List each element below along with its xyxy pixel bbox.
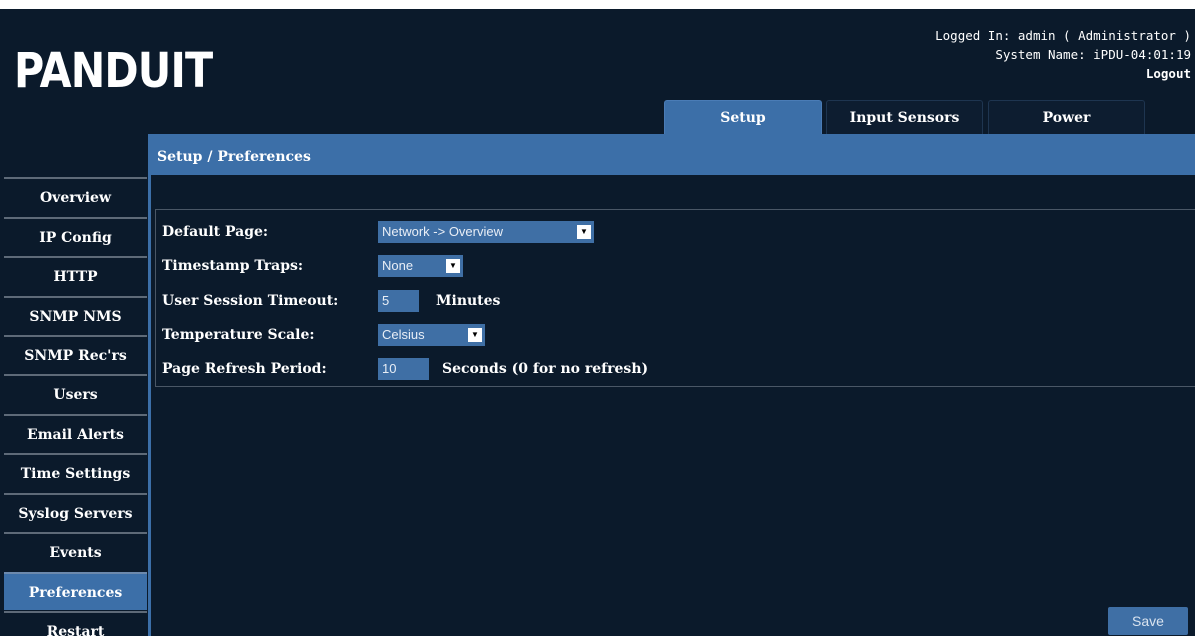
temperature-scale-value: Celsius — [382, 327, 425, 342]
sidebar-item-preferences[interactable]: Preferences — [4, 572, 147, 610]
timestamp-traps-row: Timestamp Traps: None ▼ — [156, 248, 1195, 284]
timestamp-traps-value: None — [382, 258, 414, 273]
save-button[interactable]: Save — [1108, 607, 1188, 635]
sidebar-item-time-settings[interactable]: Time Settings — [4, 453, 147, 491]
sidebar-item-restart[interactable]: Restart — [4, 611, 147, 636]
sidebar-item-events[interactable]: Events — [4, 532, 147, 570]
default-page-row: Default Page: Network -> Overview ▼ — [156, 214, 1195, 250]
refresh-period-row: Page Refresh Period: 10 Seconds (0 for n… — [156, 351, 1195, 387]
refresh-period-unit: Seconds (0 for no refresh) — [442, 361, 649, 377]
sidebar-item-snmp-recrs[interactable]: SNMP Rec'rs — [4, 335, 147, 373]
user-info: Logged In: admin ( Administrator ) Syste… — [935, 26, 1191, 83]
refresh-period-input[interactable]: 10 — [378, 358, 429, 380]
timestamp-traps-select[interactable]: None ▼ — [378, 255, 463, 277]
default-page-label: Default Page: — [162, 224, 269, 240]
logout-link[interactable]: Logout — [935, 64, 1191, 83]
sidebar-item-email-alerts[interactable]: Email Alerts — [4, 414, 147, 452]
sidebar-item-ip-config[interactable]: IP Config — [4, 217, 147, 255]
system-name-text: System Name: iPDU-04:01:19 — [995, 47, 1191, 62]
default-page-select[interactable]: Network -> Overview ▼ — [378, 221, 594, 243]
session-timeout-row: User Session Timeout: 5 Minutes — [156, 283, 1195, 319]
chevron-down-icon: ▼ — [446, 259, 460, 273]
session-timeout-unit: Minutes — [436, 293, 501, 309]
chevron-down-icon: ▼ — [577, 225, 591, 239]
tab-input-sensors[interactable]: Input Sensors — [826, 100, 983, 134]
sidebar-item-http[interactable]: HTTP — [4, 256, 147, 294]
logged-in-text: Logged In: admin ( Administrator ) — [935, 28, 1191, 43]
session-timeout-input[interactable]: 5 — [378, 290, 419, 312]
default-page-value: Network -> Overview — [382, 224, 503, 239]
session-timeout-label: User Session Timeout: — [162, 293, 339, 309]
tab-setup[interactable]: Setup — [664, 100, 822, 134]
temperature-scale-select[interactable]: Celsius ▼ — [378, 324, 485, 346]
main-panel: Setup / Preferences Default Page: Networ… — [148, 134, 1195, 636]
page-title: Setup / Preferences — [151, 135, 1195, 175]
sidebar-item-snmp-nms[interactable]: SNMP NMS — [4, 296, 147, 334]
chevron-down-icon: ▼ — [468, 328, 482, 342]
sidebar-item-users[interactable]: Users — [4, 374, 147, 412]
app-window: PANDUIT Logged In: admin ( Administrator… — [0, 9, 1195, 636]
sidebar-item-syslog-servers[interactable]: Syslog Servers — [4, 493, 147, 531]
preferences-form: Default Page: Network -> Overview ▼ Time… — [155, 209, 1195, 387]
tab-power[interactable]: Power — [988, 100, 1145, 134]
refresh-period-label: Page Refresh Period: — [162, 361, 327, 377]
sidebar-item-overview[interactable]: Overview — [4, 177, 147, 215]
temperature-scale-label: Temperature Scale: — [162, 327, 315, 343]
timestamp-traps-label: Timestamp Traps: — [162, 258, 304, 274]
panduit-logo: PANDUIT — [14, 43, 213, 99]
temperature-scale-row: Temperature Scale: Celsius ▼ — [156, 317, 1195, 353]
